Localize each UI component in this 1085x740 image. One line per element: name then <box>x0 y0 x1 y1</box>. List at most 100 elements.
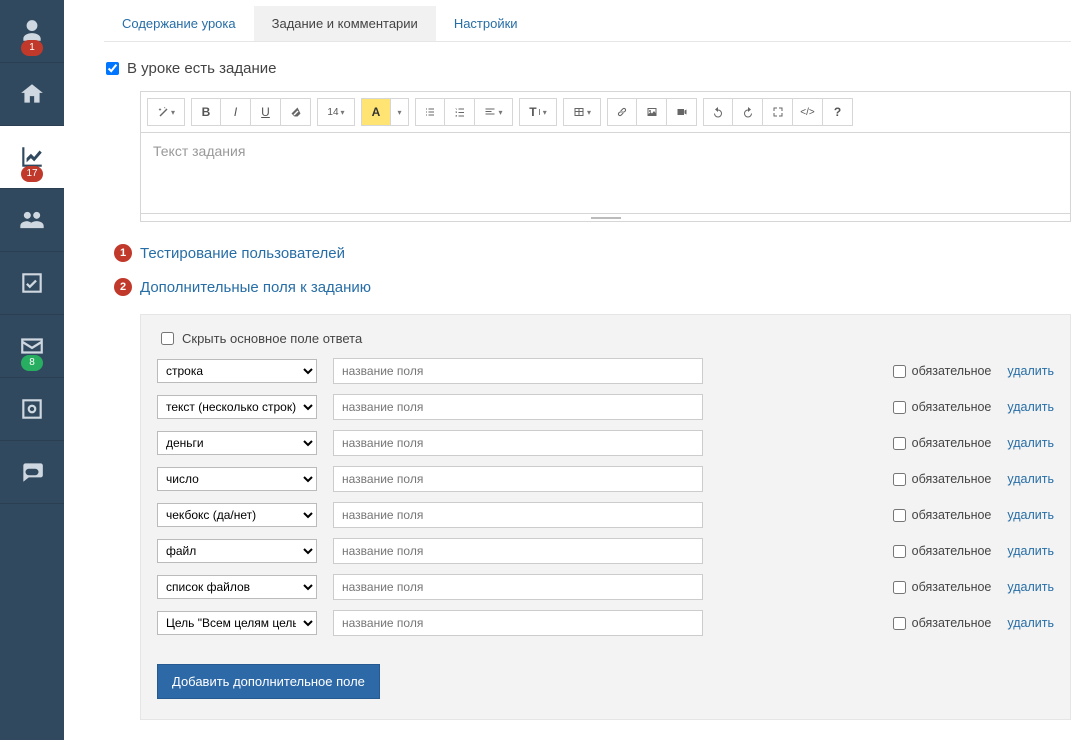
field-name-input[interactable] <box>333 538 703 564</box>
field-required[interactable]: обязательное <box>893 472 992 486</box>
tabs: Содержание урока Задание и комментарии Н… <box>104 6 1071 42</box>
sidebar-item-settings[interactable] <box>0 378 64 441</box>
field-required-checkbox[interactable] <box>893 473 906 486</box>
toolbar-align[interactable]: ▾ <box>475 98 513 126</box>
sidebar-item-user[interactable]: 1 <box>0 0 64 63</box>
toolbar-ol[interactable] <box>445 98 475 126</box>
field-row: список файлов обязательное удалить <box>157 574 1054 600</box>
image-icon <box>646 106 658 118</box>
toolbar-ul[interactable] <box>415 98 445 126</box>
field-delete-link[interactable]: удалить <box>1007 580 1054 594</box>
field-name-input[interactable] <box>333 466 703 492</box>
field-type-select[interactable]: число <box>157 467 317 491</box>
sidebar-item-chart[interactable]: 17 <box>0 126 64 189</box>
toolbar-highlight[interactable]: A <box>361 98 391 126</box>
field-type-select[interactable]: файл <box>157 539 317 563</box>
step-num-1: 1 <box>114 244 132 262</box>
add-field-button[interactable]: Добавить дополнительное поле <box>157 664 380 699</box>
field-required-checkbox[interactable] <box>893 509 906 522</box>
hide-main-checkbox[interactable] <box>161 332 174 345</box>
toolbar-magic[interactable]: ▾ <box>147 98 185 126</box>
field-required-checkbox[interactable] <box>893 365 906 378</box>
field-required-checkbox[interactable] <box>893 581 906 594</box>
field-name-input[interactable] <box>333 358 703 384</box>
field-required[interactable]: обязательное <box>893 580 992 594</box>
toolbar-redo[interactable] <box>733 98 763 126</box>
editor-resize-handle[interactable] <box>140 214 1071 222</box>
field-required[interactable]: обязательное <box>893 508 992 522</box>
toolbar-image[interactable] <box>637 98 667 126</box>
toolbar-undo[interactable] <box>703 98 733 126</box>
tab-content[interactable]: Содержание урока <box>104 6 254 41</box>
field-row: текст (несколько строк) обязательное удал… <box>157 394 1054 420</box>
toolbar-link[interactable] <box>607 98 637 126</box>
magic-icon <box>157 106 169 118</box>
toolbar-table[interactable]: ▾ <box>563 98 601 126</box>
has-task-row[interactable]: В уроке есть задание <box>106 60 1071 77</box>
undo-icon <box>712 106 724 118</box>
toolbar-code[interactable]: </> <box>793 98 823 126</box>
field-type-select[interactable]: чекбокс (да/нет) <box>157 503 317 527</box>
field-type-select[interactable]: список файлов <box>157 575 317 599</box>
sidebar-item-users[interactable] <box>0 189 64 252</box>
sidebar-item-home[interactable] <box>0 63 64 126</box>
field-type-select[interactable]: строка <box>157 359 317 383</box>
field-name-input[interactable] <box>333 610 703 636</box>
step-link-testing[interactable]: Тестирование пользователей <box>140 245 345 262</box>
toolbar-highlight-dd[interactable]: ▾ <box>391 98 409 126</box>
editor-wrap: ▾ B I U 14▾ A ▾ ▾ <box>140 91 1071 222</box>
toolbar-bold[interactable]: B <box>191 98 221 126</box>
field-name-input[interactable] <box>333 502 703 528</box>
step-link-extra-fields[interactable]: Дополнительные поля к заданию <box>140 279 371 296</box>
task-text-editor[interactable]: Текст задания <box>140 132 1071 214</box>
expand-icon <box>772 106 784 118</box>
chat-icon <box>19 459 45 485</box>
sidebar-badge-chart: 17 <box>21 166 43 182</box>
sidebar-item-chat[interactable] <box>0 441 64 504</box>
field-row: Цель "Всем целям цель" обязательное удали… <box>157 610 1054 636</box>
field-delete-link[interactable]: удалить <box>1007 472 1054 486</box>
has-task-checkbox[interactable] <box>106 62 119 75</box>
toolbar-help[interactable]: ? <box>823 98 853 126</box>
has-task-label: В уроке есть задание <box>127 60 276 77</box>
toolbar-fontsize[interactable]: 14▾ <box>317 98 355 126</box>
field-required[interactable]: обязательное <box>893 544 992 558</box>
field-name-input[interactable] <box>333 574 703 600</box>
redo-icon <box>742 106 754 118</box>
toolbar-underline[interactable]: U <box>251 98 281 126</box>
field-required[interactable]: обязательное <box>893 436 992 450</box>
field-row: деньги обязательное удалить <box>157 430 1054 456</box>
field-type-select[interactable]: деньги <box>157 431 317 455</box>
field-row: файл обязательное удалить <box>157 538 1054 564</box>
field-type-select[interactable]: текст (несколько строк) <box>157 395 317 419</box>
field-required[interactable]: обязательное <box>893 400 992 414</box>
field-delete-link[interactable]: удалить <box>1007 508 1054 522</box>
field-required[interactable]: обязательное <box>893 616 992 630</box>
field-required-checkbox[interactable] <box>893 617 906 630</box>
toolbar-italic[interactable]: I <box>221 98 251 126</box>
field-delete-link[interactable]: удалить <box>1007 544 1054 558</box>
field-required[interactable]: обязательное <box>893 364 992 378</box>
tab-task-comments[interactable]: Задание и комментарии <box>254 6 436 41</box>
toolbar-textstyle[interactable]: TI▾ <box>519 98 557 126</box>
field-type-select[interactable]: Цель "Всем целям цель" <box>157 611 317 635</box>
field-delete-link[interactable]: удалить <box>1007 616 1054 630</box>
field-required-checkbox[interactable] <box>893 401 906 414</box>
field-delete-link[interactable]: удалить <box>1007 400 1054 414</box>
home-icon <box>19 81 45 107</box>
toolbar-expand[interactable] <box>763 98 793 126</box>
tab-settings[interactable]: Настройки <box>436 6 536 41</box>
field-delete-link[interactable]: удалить <box>1007 436 1054 450</box>
field-name-input[interactable] <box>333 394 703 420</box>
hide-main-row[interactable]: Скрыть основное поле ответа <box>161 331 1054 346</box>
field-required-checkbox[interactable] <box>893 545 906 558</box>
field-row: чекбокс (да/нет) обязательное удалить <box>157 502 1054 528</box>
field-delete-link[interactable]: удалить <box>1007 364 1054 378</box>
field-name-input[interactable] <box>333 430 703 456</box>
toolbar-eraser[interactable] <box>281 98 311 126</box>
field-row: строка обязательное удалить <box>157 358 1054 384</box>
field-required-checkbox[interactable] <box>893 437 906 450</box>
sidebar-item-check[interactable] <box>0 252 64 315</box>
toolbar-video[interactable] <box>667 98 697 126</box>
sidebar-item-mail[interactable]: 8 <box>0 315 64 378</box>
